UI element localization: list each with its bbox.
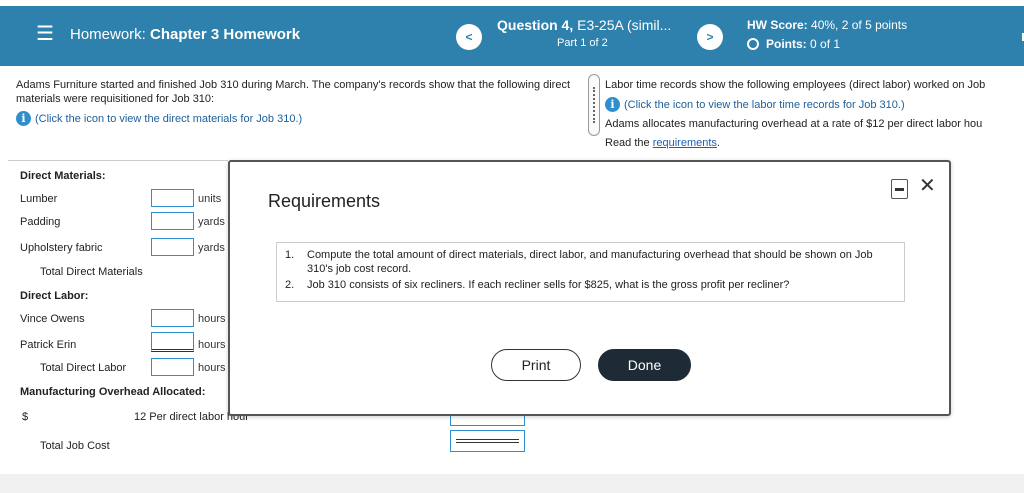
overhead-rate-text: Adams allocates manufacturing overhead a…	[605, 118, 983, 130]
direct-labor-heading: Direct Labor:	[20, 290, 89, 302]
pane-resize-handle[interactable]	[588, 74, 600, 136]
dollar-sign: $	[22, 411, 29, 423]
total-job-cost-label: Total Job Cost	[40, 440, 110, 452]
total-direct-materials-label: Total Direct Materials	[40, 266, 143, 278]
info-icon[interactable]: i	[16, 111, 31, 126]
homework-title: Homework: Chapter 3 Homework	[70, 26, 300, 43]
requirements-list: 1. Compute the total amount of direct ma…	[276, 242, 905, 302]
problem-text-right: Labor time records show the following em…	[605, 78, 1024, 155]
previous-question-button[interactable]: <	[456, 24, 482, 50]
labor-records-info-text: (Click the icon to view the labor time r…	[624, 98, 905, 111]
footer-bar	[0, 474, 1024, 493]
points-label: Points:	[766, 37, 807, 51]
upholstery-label: Upholstery fabric	[20, 242, 103, 254]
direct-materials-info-link[interactable]: i (Click the icon to view the direct mat…	[16, 111, 576, 126]
requirement-text: Job 310 consists of six recliners. If ea…	[307, 279, 790, 291]
read-suffix: .	[716, 137, 720, 149]
read-prefix: Read the	[605, 137, 650, 149]
lumber-label: Lumber	[20, 193, 58, 205]
requirement-number: 1.	[285, 249, 295, 261]
problem-statement: Adams Furniture started and finished Job…	[16, 79, 571, 105]
close-icon[interactable]: ✕	[919, 174, 936, 198]
vince-owens-label: Vince Owens	[20, 313, 85, 325]
section-divider	[8, 160, 228, 161]
print-button[interactable]: Print	[491, 349, 581, 381]
question-label: Question 4,	[497, 17, 574, 33]
padding-qty-input[interactable]	[151, 212, 194, 230]
upholstery-unit: yards	[198, 242, 225, 254]
total-labor-hours-input[interactable]	[151, 358, 194, 376]
homework-name: Chapter 3 Homework	[150, 26, 301, 43]
requirement-item: 2. Job 310 consists of six recliners. If…	[285, 278, 896, 292]
lumber-qty-input[interactable]	[151, 189, 194, 207]
points-value: 0 of 1	[810, 37, 841, 51]
dialog-title: Requirements	[268, 191, 381, 211]
total-labor-hours-unit: hours	[198, 362, 226, 374]
minimize-icon[interactable]	[891, 179, 908, 199]
patrick-hours-input[interactable]	[151, 332, 194, 352]
hamburger-menu-icon[interactable]: ☰	[36, 24, 54, 44]
padding-label: Padding	[20, 216, 61, 228]
total-direct-labor-label: Total Direct Labor	[40, 362, 127, 374]
vince-hours-input[interactable]	[151, 309, 194, 327]
points: Points: 0 of 1	[747, 37, 840, 51]
overhead-allocated-heading: Manufacturing Overhead Allocated:	[20, 386, 206, 398]
labor-records-text: Labor time records show the following em…	[605, 79, 986, 91]
chevron-right-icon: >	[706, 30, 714, 44]
chevron-left-icon: <	[465, 30, 473, 44]
labor-records-info-link[interactable]: i (Click the icon to view the labor time…	[605, 97, 1024, 112]
requirements-dialog: Requirements ✕ 1. Compute the total amou…	[228, 160, 951, 416]
lumber-unit: units	[198, 193, 222, 205]
direct-materials-heading: Direct Materials:	[20, 170, 106, 182]
hw-score: HW Score: 40%, 2 of 5 points	[747, 18, 907, 32]
upholstery-qty-input[interactable]	[151, 238, 194, 256]
grip-dots-icon	[593, 87, 595, 123]
direct-materials-info-text: (Click the icon to view the direct mater…	[35, 112, 303, 125]
score-label: HW Score:	[747, 18, 808, 32]
score-value: 40%, 2 of 5 points	[811, 18, 908, 32]
vince-hours-unit: hours	[198, 313, 226, 325]
requirement-number: 2.	[285, 279, 295, 291]
double-underline	[456, 439, 519, 443]
padding-unit: yards	[198, 216, 225, 228]
question-part: Part 1 of 2	[557, 37, 608, 49]
info-icon[interactable]: i	[605, 97, 620, 112]
homework-prefix: Homework:	[70, 26, 146, 43]
read-requirements-line: Read the requirements.	[605, 136, 1024, 150]
top-header-bar: ☰ Homework: Chapter 3 Homework < Questio…	[0, 6, 1024, 66]
requirement-item: 1. Compute the total amount of direct ma…	[285, 248, 896, 276]
done-button[interactable]: Done	[598, 349, 691, 381]
problem-text-left: Adams Furniture started and finished Job…	[16, 78, 576, 126]
requirements-link[interactable]: requirements	[653, 137, 717, 149]
patrick-erin-label: Patrick Erin	[20, 339, 77, 351]
total-job-cost-input[interactable]	[450, 430, 525, 452]
next-question-button[interactable]: >	[697, 24, 723, 50]
requirement-text: Compute the total amount of direct mater…	[307, 249, 873, 275]
patrick-hours-unit: hours	[198, 339, 226, 351]
points-ring-icon	[747, 38, 759, 50]
question-title: Question 4, E3-25A (simil...	[497, 17, 671, 33]
question-name: E3-25A (simil...	[577, 17, 672, 33]
